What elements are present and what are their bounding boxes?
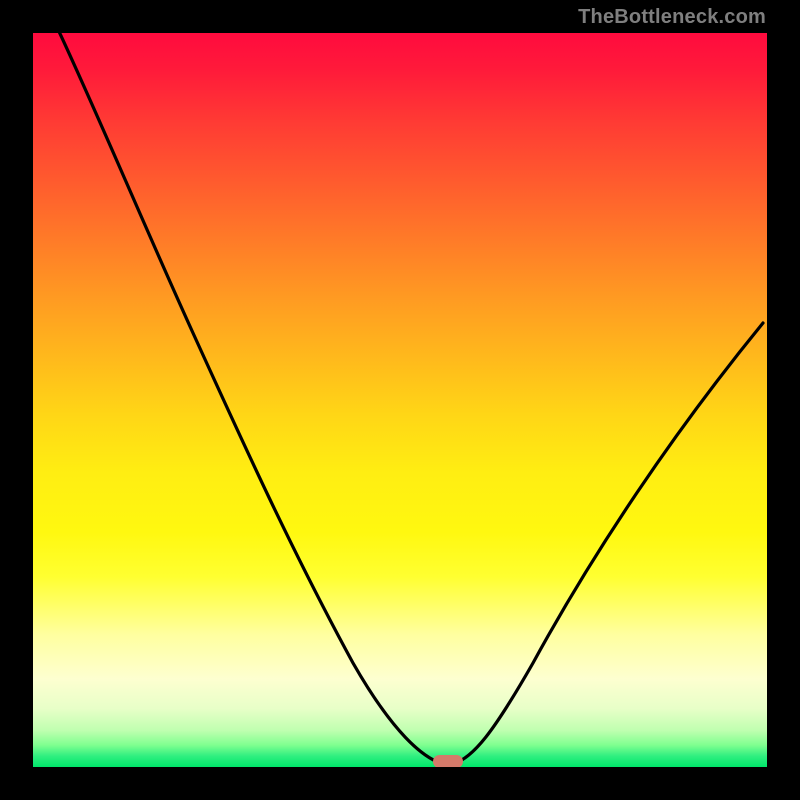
curve-layer	[33, 33, 767, 767]
plot-area	[33, 33, 767, 767]
watermark-text: TheBottleneck.com	[578, 6, 766, 29]
bottleneck-curve	[55, 33, 763, 764]
chart-frame: TheBottleneck.com	[0, 0, 800, 800]
minimum-marker	[433, 755, 463, 767]
